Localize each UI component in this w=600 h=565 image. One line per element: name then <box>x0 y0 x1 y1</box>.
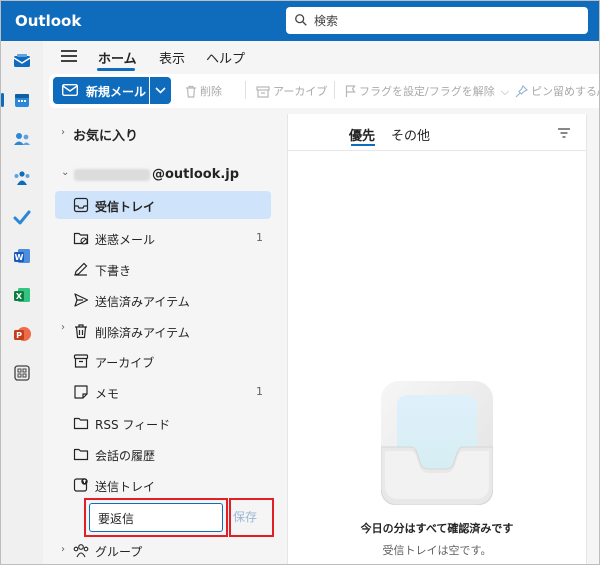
tab-focused-underline <box>351 144 375 146</box>
junk-icon <box>73 232 89 245</box>
groups-icon <box>73 544 89 558</box>
trash-icon <box>186 85 196 98</box>
tab-home-underline <box>97 68 135 71</box>
mail-icon[interactable] <box>11 50 33 72</box>
folder-label: 受信トレイ <box>95 200 156 214</box>
folder-label: 送信済みアイテム <box>95 295 190 309</box>
pin-icon <box>515 84 529 98</box>
list-divider <box>288 150 586 151</box>
filter-icon[interactable] <box>557 127 571 139</box>
search-box[interactable]: 検索 <box>286 7 588 34</box>
ribbon-divider <box>245 81 246 99</box>
calendar-icon[interactable] <box>11 89 33 111</box>
groups-icon[interactable] <box>11 167 33 189</box>
folder-icon <box>73 448 89 461</box>
apps-icon[interactable] <box>11 362 33 384</box>
app-title: Outlook <box>15 12 82 30</box>
folder-conversation-history[interactable]: 会話の履歴 <box>55 440 271 468</box>
tab-home[interactable]: ホーム <box>98 48 137 67</box>
empty-state-subtitle: 受信トレイは空です。 <box>382 544 492 557</box>
flag-button[interactable]: フラグを設定/フラグを解除 ⌵ <box>345 83 509 99</box>
folder-label: RSS フィード <box>95 418 171 432</box>
favorites-header[interactable]: お気に入り <box>73 125 138 144</box>
word-icon[interactable]: W <box>11 245 33 267</box>
search-icon <box>295 14 307 26</box>
chevron-down-icon <box>155 87 166 94</box>
archive-icon <box>256 86 270 98</box>
unread-count: 1 <box>256 231 263 244</box>
todo-icon[interactable] <box>11 206 33 228</box>
archive-button[interactable]: アーカイブ <box>256 83 327 99</box>
highlight-box-save <box>229 498 274 537</box>
pin-label: ピン留めする/ピ <box>531 85 599 98</box>
groups-section[interactable]: グループ <box>55 539 271 563</box>
archive-label: アーカイブ <box>273 85 328 98</box>
ribbon-divider <box>334 81 335 99</box>
folder-icon <box>73 417 89 430</box>
new-mail-dropdown-button[interactable] <box>150 77 171 104</box>
sent-icon <box>74 293 89 307</box>
empty-inbox-illustration <box>381 381 493 505</box>
app-header: Outlook 検索 <box>1 1 599 41</box>
folder-label: 会話の履歴 <box>95 449 156 463</box>
svg-text:P: P <box>16 331 22 340</box>
flag-label: フラグを設定/フラグを解除 <box>359 85 495 98</box>
folder-label: アーカイブ <box>95 356 155 370</box>
folder-archive[interactable]: アーカイブ <box>55 347 271 375</box>
groups-label: グループ <box>95 545 143 559</box>
unread-count: 1 <box>256 385 263 398</box>
account-email[interactable]: @outlook.jp <box>152 167 239 182</box>
folder-label: 迷惑メール <box>95 233 156 247</box>
excel-icon[interactable]: X <box>11 284 33 306</box>
pin-button[interactable]: ピン留めする/ピ <box>515 83 599 99</box>
new-mail-button[interactable]: 新規メール <box>53 77 149 104</box>
powerpoint-icon[interactable]: P <box>11 323 33 345</box>
tab-help[interactable]: ヘルプ <box>206 48 245 67</box>
folder-label: 送信トレイ <box>95 480 156 494</box>
folder-drafts[interactable]: 下書き <box>55 255 271 283</box>
favorites-chevron-icon[interactable]: › <box>61 127 65 138</box>
folder-rss[interactable]: RSS フィード <box>55 409 271 437</box>
delete-button[interactable]: 削除 <box>185 83 222 99</box>
tab-focused[interactable]: 優先 <box>349 125 375 144</box>
tab-other[interactable]: その他 <box>391 125 430 144</box>
app-rail: W X P <box>1 41 43 564</box>
folder-notes[interactable]: メモ 1 <box>55 378 271 406</box>
delete-label: 削除 <box>200 85 222 98</box>
folder-sent[interactable]: 送信済みアイテム <box>55 286 271 314</box>
chevron-down-icon: ⌵ <box>500 85 510 98</box>
flag-icon <box>345 85 356 97</box>
svg-text:X: X <box>16 292 23 301</box>
archive-icon <box>73 354 89 368</box>
outbox-icon <box>73 478 88 492</box>
notes-icon <box>74 385 88 399</box>
inbox-icon <box>73 197 89 213</box>
hamburger-menu-icon[interactable] <box>61 50 77 62</box>
empty-state-title: 今日の分はすべて確認済みです <box>360 522 514 535</box>
svg-text:W: W <box>15 253 24 262</box>
folder-label: メモ <box>95 387 120 401</box>
people-icon[interactable] <box>11 128 33 150</box>
envelope-icon <box>62 84 78 96</box>
search-placeholder: 検索 <box>314 14 339 28</box>
folder-label: 下書き <box>95 264 132 278</box>
folder-deleted[interactable]: 削除済みアイテム <box>55 317 271 345</box>
trash-icon <box>75 324 87 339</box>
account-chevron-icon[interactable]: ⌄ <box>61 167 69 178</box>
highlight-box-input <box>84 498 228 537</box>
drafts-icon <box>74 262 88 276</box>
folder-junk[interactable]: 迷惑メール 1 <box>55 224 271 252</box>
folder-inbox[interactable]: 受信トレイ <box>55 191 271 219</box>
folder-outbox[interactable]: 送信トレイ <box>55 471 271 499</box>
new-mail-label: 新規メール <box>86 85 147 99</box>
rail-selection-indicator <box>1 93 4 107</box>
outlook-window: Outlook 検索 W X P ホーム 表示 ヘルプ 新規メール 削除 アーカ… <box>0 0 600 565</box>
folder-label: 削除済みアイテム <box>95 326 190 340</box>
account-name-redacted <box>74 169 150 181</box>
tab-view[interactable]: 表示 <box>159 48 185 67</box>
